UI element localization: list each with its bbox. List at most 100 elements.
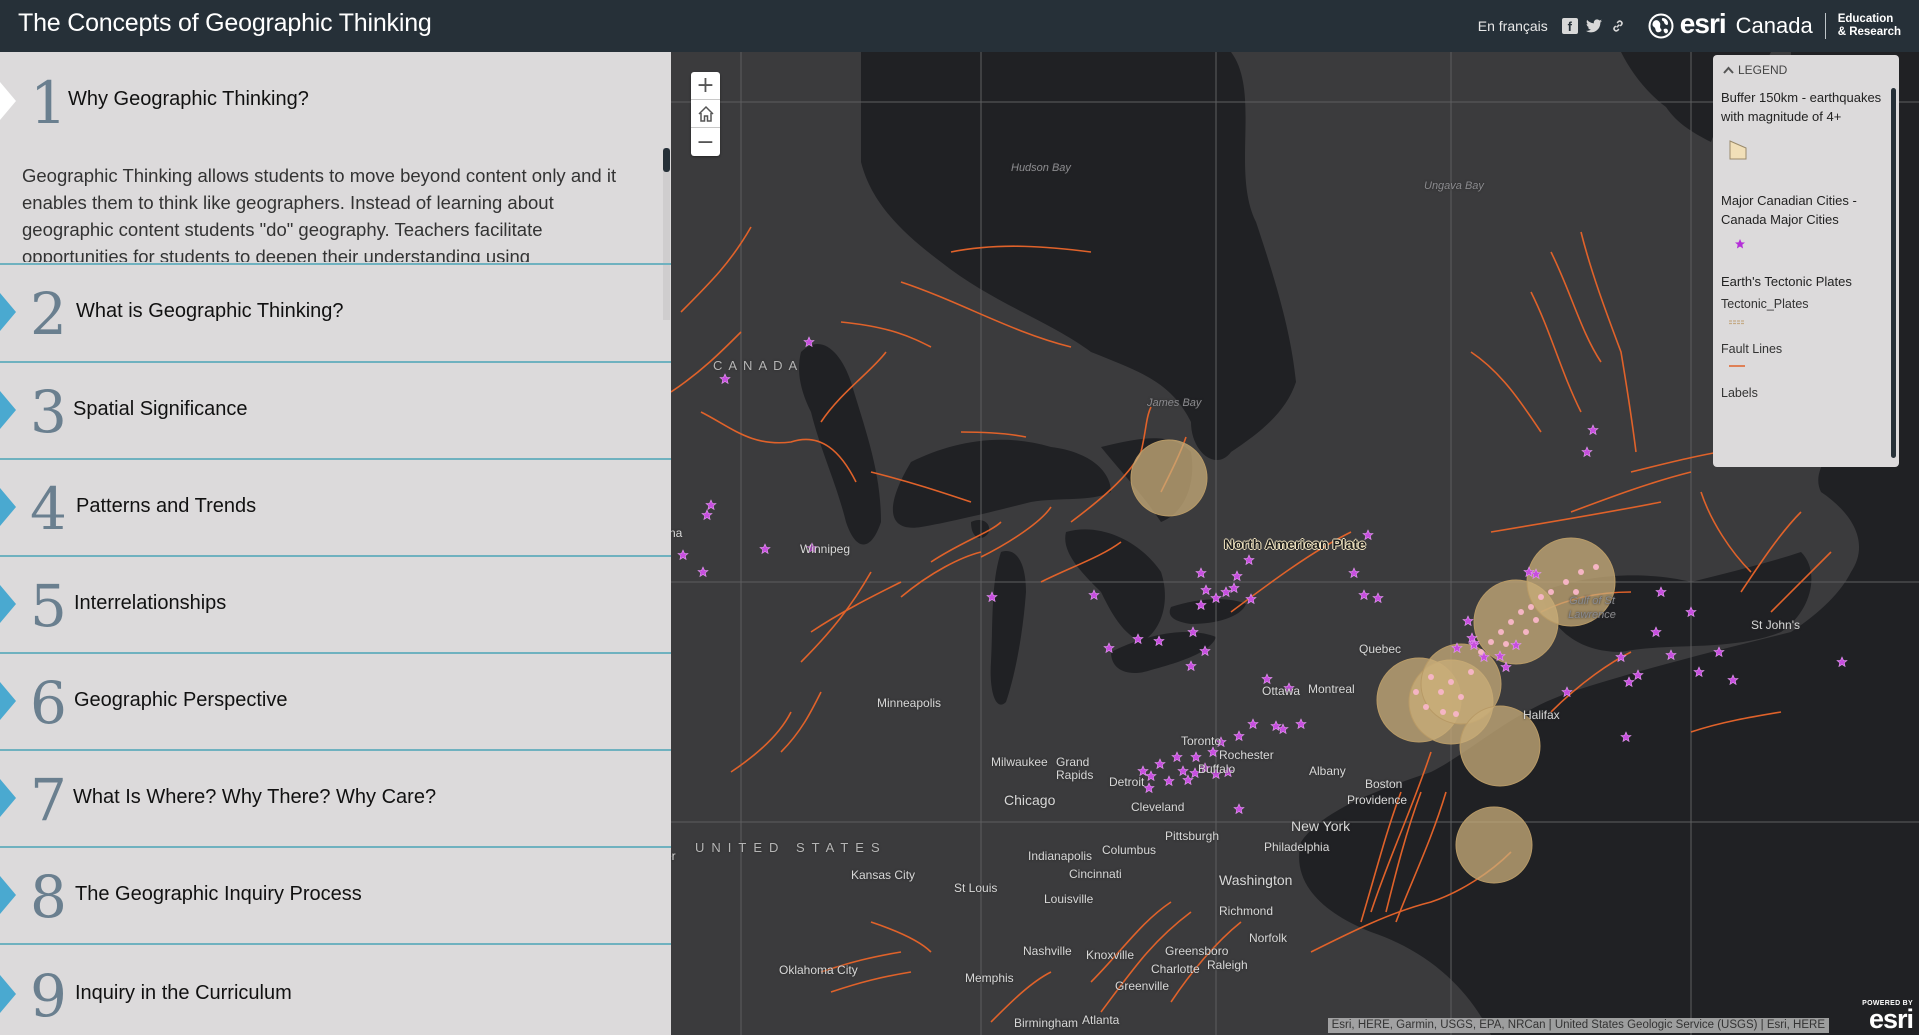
section-title: The Geographic Inquiry Process: [75, 883, 362, 905]
section-2-what-is-geographic-thinking[interactable]: 2 What is Geographic Thinking?: [0, 265, 671, 363]
canada-wordmark: Canada: [1735, 13, 1813, 38]
chevron-right-icon: [0, 585, 16, 623]
edu-line-2: & Research: [1837, 26, 1901, 38]
facebook-icon[interactable]: f: [1561, 18, 1578, 34]
map-label-city: Washington: [1219, 872, 1293, 888]
esri-canada-logo[interactable]: esri Canada Education & Research: [1648, 10, 1901, 39]
chevron-right-icon: [0, 876, 16, 914]
map-label-city: Buffalo: [1198, 762, 1236, 776]
section-title: Interrelationships: [74, 592, 227, 614]
map-label-city: Columbus: [1102, 843, 1157, 857]
map-label-city: Montreal: [1308, 682, 1355, 696]
map-label-city: New York: [1291, 818, 1351, 834]
map-label-city: Quebec: [1359, 642, 1402, 656]
section-1-why-geographic-thinking[interactable]: 1 Why Geographic Thinking? Geographic Th…: [0, 52, 671, 265]
zoom-in-button[interactable]: +: [691, 72, 720, 100]
map-label-city: Toronto: [1181, 734, 1222, 748]
story-sidebar: 1 Why Geographic Thinking? Geographic Th…: [0, 52, 671, 1035]
section-body-text: Geographic Thinking allows students to m…: [22, 165, 617, 262]
chevron-up-icon: [1723, 66, 1734, 74]
map-label-country: CANADA: [713, 358, 804, 373]
legend-layer-title: Major Canadian Cities - Canada Major Cit…: [1721, 193, 1857, 227]
section-active-arrow-icon: [0, 82, 16, 120]
map-label-city: Raleigh: [1207, 958, 1248, 972]
esri-logo-text: esri: [1868, 1004, 1914, 1034]
legend-header-label: LEGEND: [1738, 63, 1788, 77]
legend-content: Buffer 150km - earthquakes with magnitud…: [1721, 88, 1886, 402]
map-label-water: James Bay: [1147, 397, 1202, 409]
map-label-water: Ungava Bay: [1424, 180, 1484, 192]
map-label-city: Cleveland: [1131, 800, 1185, 814]
map-label-city: Greenville: [1115, 979, 1170, 993]
section-number: 4: [30, 475, 67, 543]
chevron-right-icon: [0, 293, 16, 331]
section-title: Patterns and Trends: [76, 495, 257, 517]
home-button[interactable]: [691, 100, 720, 128]
chevron-right-icon: [0, 488, 16, 526]
map-label-city: Chicago: [1004, 792, 1056, 808]
map-label-city: Kansas City: [851, 868, 916, 882]
legend-scrollbar[interactable]: [1891, 88, 1896, 458]
map-label-city: Minneapolis: [877, 696, 942, 710]
zoom-controls: + −: [691, 72, 720, 156]
section-number: 3: [30, 378, 67, 446]
section-title: What is Geographic Thinking?: [76, 300, 344, 322]
map-label-city: Charlotte: [1151, 962, 1200, 976]
buffer-polygon-icon: [1729, 140, 1747, 160]
tectonic-plate-label: North American Plate: [1224, 536, 1366, 552]
map-label-city: Oklahoma City: [779, 963, 858, 977]
map-label-city: Knoxville: [1086, 948, 1135, 962]
section-7-what-is-where[interactable]: 7 What Is Where? Why There? Why Care?: [0, 751, 671, 848]
map-label-city: St Louis: [954, 881, 998, 895]
map-label-city: er: [671, 849, 676, 863]
legend-panel: LEGEND Buffer 150km - earthquakes with m…: [1713, 55, 1899, 467]
link-icon[interactable]: [1610, 18, 1626, 34]
legend-layer-title: Earth's Tectonic Plates: [1721, 274, 1852, 289]
map-label-city: Cincinnati: [1069, 867, 1122, 881]
section-number: 2: [30, 280, 67, 348]
section-8-geographic-inquiry-process[interactable]: 8 The Geographic Inquiry Process: [0, 848, 671, 945]
section-title: Inquiry in the Curriculum: [75, 982, 292, 1004]
section-scrollbar-thumb[interactable]: [663, 148, 670, 172]
map-label-country: UNITED STATES: [695, 840, 887, 855]
section-number: 6: [30, 669, 67, 737]
map-label-city: Halifax: [1523, 708, 1560, 722]
header-actions: En français f esri Canada Education & Re…: [1478, 0, 1901, 52]
legend-toggle[interactable]: LEGEND: [1723, 63, 1787, 77]
section-9-inquiry-in-curriculum[interactable]: 9 Inquiry in the Curriculum: [0, 945, 671, 1035]
map-label-city: Ottawa: [1262, 684, 1301, 698]
map-label-city: St John's: [1751, 618, 1800, 632]
city-star-group: [677, 336, 1848, 814]
section-number: 1: [30, 69, 67, 137]
map-label-water: Hudson Bay: [1011, 162, 1071, 174]
globe-icon: [1648, 13, 1674, 39]
section-number: 7: [30, 766, 67, 834]
map-label-city: Milwaukee: [991, 755, 1048, 769]
edu-line-1: Education: [1837, 13, 1894, 25]
section-title: Spatial Significance: [73, 398, 248, 420]
map-label-city: na: [671, 526, 683, 540]
fault-line-icon: [1729, 365, 1745, 367]
chevron-right-icon: [0, 682, 16, 720]
twitter-icon[interactable]: [1585, 18, 1602, 34]
app-title: The Concepts of Geographic Thinking: [18, 9, 432, 37]
chevron-right-icon: [0, 391, 16, 429]
language-toggle-link[interactable]: En français: [1478, 18, 1548, 34]
section-6-geographic-perspective[interactable]: 6 Geographic Perspective: [0, 654, 671, 751]
legend-sublayer-label: Fault Lines: [1721, 342, 1783, 356]
map-label-city: Albany: [1309, 764, 1346, 778]
map-view[interactable]: Hudson Bay James Bay Ungava Bay Labrador…: [671, 52, 1919, 1035]
chevron-right-icon: [0, 779, 16, 817]
powered-by-esri-logo[interactable]: POWERED BY esri: [1862, 1000, 1914, 1034]
section-title: What Is Where? Why There? Why Care?: [73, 786, 437, 808]
chevron-right-icon: [0, 975, 16, 1013]
map-label-city: Winnipeg: [800, 542, 851, 556]
zoom-out-button[interactable]: −: [691, 128, 720, 156]
legend-sublayer-label: Labels: [1721, 386, 1758, 400]
map-label-city: Pittsburgh: [1165, 829, 1220, 843]
section-5-interrelationships[interactable]: 5 Interrelationships: [0, 557, 671, 654]
section-3-spatial-significance[interactable]: 3 Spatial Significance: [0, 363, 671, 460]
section-4-patterns-and-trends[interactable]: 4 Patterns and Trends: [0, 460, 671, 557]
map-label-city: Atlanta: [1082, 1013, 1120, 1027]
map-label-city: Memphis: [965, 971, 1014, 985]
